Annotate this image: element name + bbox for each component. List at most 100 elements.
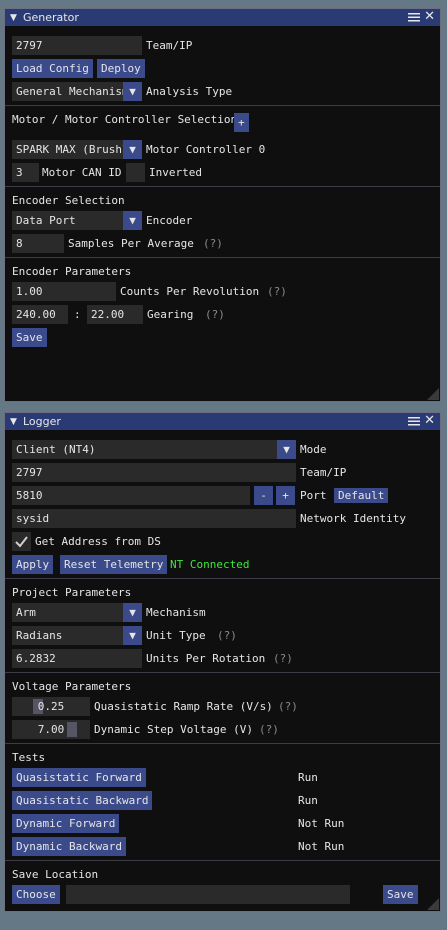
port-label: Port [300, 489, 327, 502]
units-per-rotation-input[interactable]: 6.2832 [12, 649, 142, 668]
collapse-triangle-icon[interactable]: ▼ [10, 13, 18, 23]
step-voltage-label: Dynamic Step Voltage (V) [94, 723, 253, 736]
test-status: Run [298, 794, 318, 807]
voltage-section-title: Voltage Parameters [12, 680, 132, 693]
test-button-dynamic-forward[interactable]: Dynamic Forward [12, 814, 120, 833]
encoder-label: Encoder [146, 214, 193, 227]
close-icon[interactable]: ✕ [424, 414, 435, 428]
help-marker[interactable]: (?) [259, 720, 279, 739]
help-marker[interactable]: (?) [217, 626, 237, 645]
resize-grip-icon[interactable] [427, 388, 439, 400]
separator [5, 860, 440, 861]
ramp-rate-slider[interactable]: 0.25 [12, 697, 90, 716]
add-motor-button[interactable]: + [234, 113, 249, 132]
mechanism-dropdown[interactable]: Arm [12, 603, 124, 622]
test-button-dynamic-backward[interactable]: Dynamic Backward [12, 837, 126, 856]
encoder-dropdown[interactable]: Data Port [12, 211, 124, 230]
choose-location-button[interactable]: Choose [12, 885, 60, 904]
chevron-down-icon[interactable]: ▼ [277, 440, 296, 459]
analysis-type-dropdown[interactable]: General Mechanism [12, 82, 129, 101]
help-marker[interactable]: (?) [205, 305, 225, 324]
chevron-down-icon[interactable]: ▼ [123, 603, 142, 622]
logger-team-ip-label: Team/IP [300, 466, 347, 479]
port-increment-button[interactable]: + [276, 486, 295, 505]
help-marker[interactable]: (?) [203, 234, 223, 253]
mode-label: Mode [300, 443, 327, 456]
mode-dropdown[interactable]: Client (NT4) [12, 440, 278, 459]
project-section-title: Project Parameters [12, 586, 132, 599]
deploy-button[interactable]: Deploy [97, 59, 145, 78]
motor-section-title: Motor / Motor Controller Selection [12, 113, 238, 126]
chevron-down-icon[interactable]: ▼ [123, 626, 142, 645]
network-identity-label: Network Identity [300, 512, 406, 525]
save-config-button[interactable]: Save [12, 328, 47, 347]
gearing-denominator-input[interactable]: 22.00 [87, 305, 143, 324]
logger-team-ip-input[interactable]: 2797 [12, 463, 296, 482]
step-voltage-value: 7.00 [37, 723, 65, 736]
test-button-quasistatic-backward[interactable]: Quasistatic Backward [12, 791, 153, 810]
samples-per-average-label: Samples Per Average [68, 237, 194, 250]
units-per-rotation-label: Units Per Rotation [146, 652, 266, 665]
window-menu-icon[interactable] [408, 11, 420, 23]
logger-title: Logger [23, 415, 61, 428]
help-marker[interactable]: (?) [278, 697, 298, 716]
unit-type-label: Unit Type [146, 629, 206, 642]
slider-knob[interactable] [67, 722, 77, 737]
save-path-input[interactable] [66, 885, 350, 904]
generator-window: ▼ Generator ✕ 2797 Team/IP Load Config D… [4, 8, 441, 402]
tests-section-title: Tests [12, 751, 46, 764]
help-marker[interactable]: (?) [273, 649, 293, 668]
get-address-checkbox[interactable] [12, 532, 31, 551]
separator [5, 186, 440, 187]
gearing-label: Gearing [147, 308, 194, 321]
generator-titlebar[interactable]: ▼ Generator ✕ [5, 9, 440, 26]
reset-telemetry-button[interactable]: Reset Telemetry [60, 555, 168, 574]
chevron-down-icon[interactable]: ▼ [123, 82, 142, 101]
motor-can-id-input[interactable]: 3 [12, 163, 39, 182]
analysis-type-label: Analysis Type [146, 85, 233, 98]
save-data-button[interactable]: Save [383, 885, 418, 904]
counts-per-revolution-input[interactable]: 1.00 [12, 282, 116, 301]
inverted-checkbox[interactable] [126, 163, 145, 182]
chevron-down-icon[interactable]: ▼ [123, 140, 142, 159]
collapse-triangle-icon[interactable]: ▼ [10, 417, 18, 427]
close-icon[interactable]: ✕ [424, 10, 435, 24]
test-status: Run [298, 771, 318, 784]
save-location-section-title: Save Location [12, 868, 99, 881]
inverted-label: Inverted [149, 166, 202, 179]
motor-controller-dropdown[interactable]: SPARK MAX (Brushl [12, 140, 124, 159]
logger-titlebar[interactable]: ▼ Logger ✕ [5, 413, 440, 430]
nt-status-text: NT Connected [170, 558, 250, 571]
test-button-quasistatic-forward[interactable]: Quasistatic Forward [12, 768, 146, 787]
team-ip-label: Team/IP [146, 39, 193, 52]
help-marker[interactable]: (?) [267, 282, 287, 301]
port-input[interactable]: 5810 [12, 486, 250, 505]
port-default-button[interactable]: Default [334, 488, 389, 503]
motor-controller-label: Motor Controller 0 [146, 143, 266, 156]
resize-grip-icon[interactable] [427, 898, 439, 910]
gearing-colon: : [74, 308, 81, 321]
apply-button[interactable]: Apply [12, 555, 54, 574]
separator [5, 257, 440, 258]
separator [5, 578, 440, 579]
unit-type-dropdown[interactable]: Radians [12, 626, 124, 645]
counts-per-revolution-label: Counts Per Revolution [120, 285, 260, 298]
ramp-rate-label: Quasistatic Ramp Rate (V/s) [94, 700, 273, 713]
port-decrement-button[interactable]: - [254, 486, 273, 505]
test-status: Not Run [298, 840, 345, 853]
load-config-button[interactable]: Load Config [12, 59, 93, 78]
separator [5, 672, 440, 673]
step-voltage-slider[interactable]: 7.00 [12, 720, 90, 739]
encoder-params-section-title: Encoder Parameters [12, 265, 132, 278]
network-identity-input[interactable]: sysid [12, 509, 296, 528]
samples-per-average-input[interactable]: 8 [12, 234, 64, 253]
chevron-down-icon[interactable]: ▼ [123, 211, 142, 230]
gearing-numerator-input[interactable]: 240.00 [12, 305, 68, 324]
checkmark-icon [15, 536, 28, 548]
window-menu-icon[interactable] [408, 415, 420, 427]
get-address-label: Get Address from DS [35, 535, 161, 548]
ramp-rate-value: 0.25 [37, 700, 65, 713]
team-ip-input[interactable]: 2797 [12, 36, 142, 55]
motor-can-id-label: Motor CAN ID [42, 166, 122, 179]
encoder-section-title: Encoder Selection [12, 194, 125, 207]
